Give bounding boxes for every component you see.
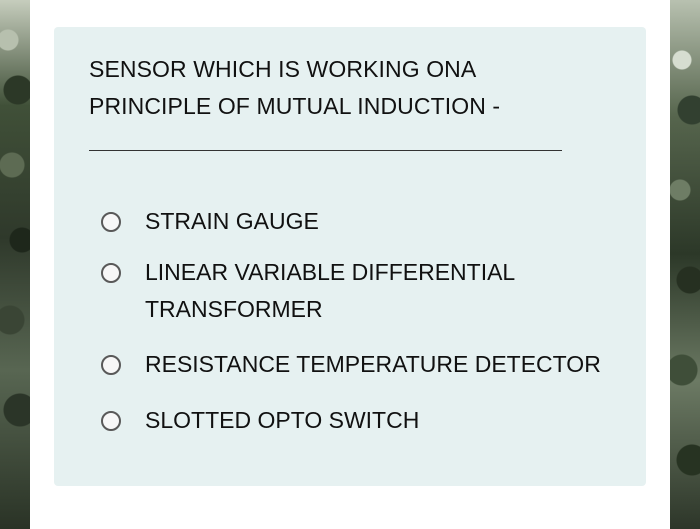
question-line-1: SENSOR WHICH IS WORKING ONA [89,56,477,82]
option-label-line-1: STRAIN GAUGE [145,208,319,234]
radio-button-slotted-opto-switch[interactable] [101,411,121,431]
option-rtd[interactable]: RESISTANCE TEMPERATURE DETECTOR [101,346,625,383]
question-line-2: PRINCIPLE OF MUTUAL INDUCTION - [89,93,501,119]
background-photo-left [0,0,30,529]
option-label-slotted-opto-switch[interactable]: SLOTTED OPTO SWITCH [145,402,625,439]
radio-button-lvdt[interactable] [101,263,121,283]
option-label-line-1: LINEAR VARIABLE DIFFERENTIAL [145,259,516,285]
radio-button-rtd[interactable] [101,355,121,375]
question-card: SENSOR WHICH IS WORKING ONA PRINCIPLE OF… [54,27,646,486]
answer-blank-line [89,150,562,151]
option-lvdt[interactable]: LINEAR VARIABLE DIFFERENTIAL TRANSFORMER [101,254,625,328]
option-strain-gauge[interactable]: STRAIN GAUGE [101,203,625,240]
background-photo-right [670,0,700,529]
option-label-line-2: TRANSFORMER [145,296,323,322]
radio-button-strain-gauge[interactable] [101,212,121,232]
option-slotted-opto-switch[interactable]: SLOTTED OPTO SWITCH [101,402,625,439]
option-label-rtd[interactable]: RESISTANCE TEMPERATURE DETECTOR [145,346,625,383]
screenshot-viewport: SENSOR WHICH IS WORKING ONA PRINCIPLE OF… [0,0,700,529]
option-label-strain-gauge[interactable]: STRAIN GAUGE [145,203,625,240]
option-label-line-1: RESISTANCE TEMPERATURE DETECTOR [145,351,601,377]
option-label-line-1: SLOTTED OPTO SWITCH [145,407,420,433]
option-label-lvdt[interactable]: LINEAR VARIABLE DIFFERENTIAL TRANSFORMER [145,254,625,328]
question-text: SENSOR WHICH IS WORKING ONA PRINCIPLE OF… [89,51,609,125]
